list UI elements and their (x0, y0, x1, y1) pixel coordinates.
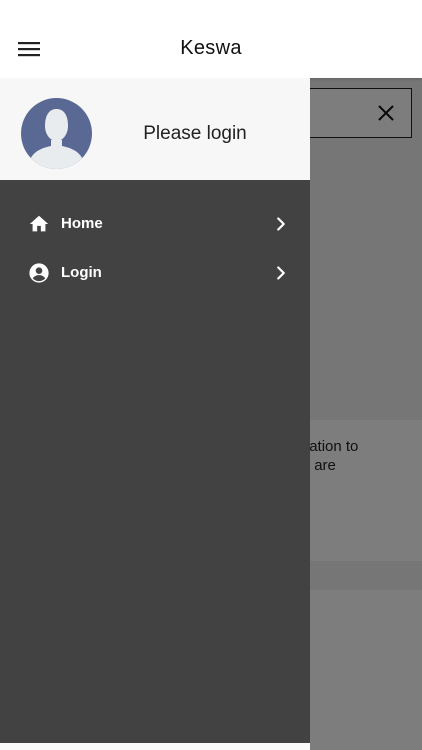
app-title: Keswa (180, 37, 242, 59)
drawer-item-login[interactable]: Login (0, 251, 310, 295)
user-avatar-icon (21, 98, 92, 169)
drawer-item-label: Login (61, 264, 102, 281)
app-bar: Keswa (0, 0, 422, 78)
drawer-bottom-edge (0, 743, 310, 750)
chevron-right-icon (277, 217, 285, 231)
login-prompt[interactable]: Please login (92, 123, 298, 145)
avatar (21, 98, 92, 169)
home-icon (29, 215, 49, 232)
drawer-header: Please login (0, 78, 310, 180)
navigation-drawer: Please login Home Login (0, 78, 310, 743)
drawer-item-home[interactable]: Home (0, 202, 310, 246)
drawer-item-label: Home (61, 215, 103, 232)
chevron-right-icon (277, 266, 285, 280)
account-circle-icon (29, 263, 49, 283)
